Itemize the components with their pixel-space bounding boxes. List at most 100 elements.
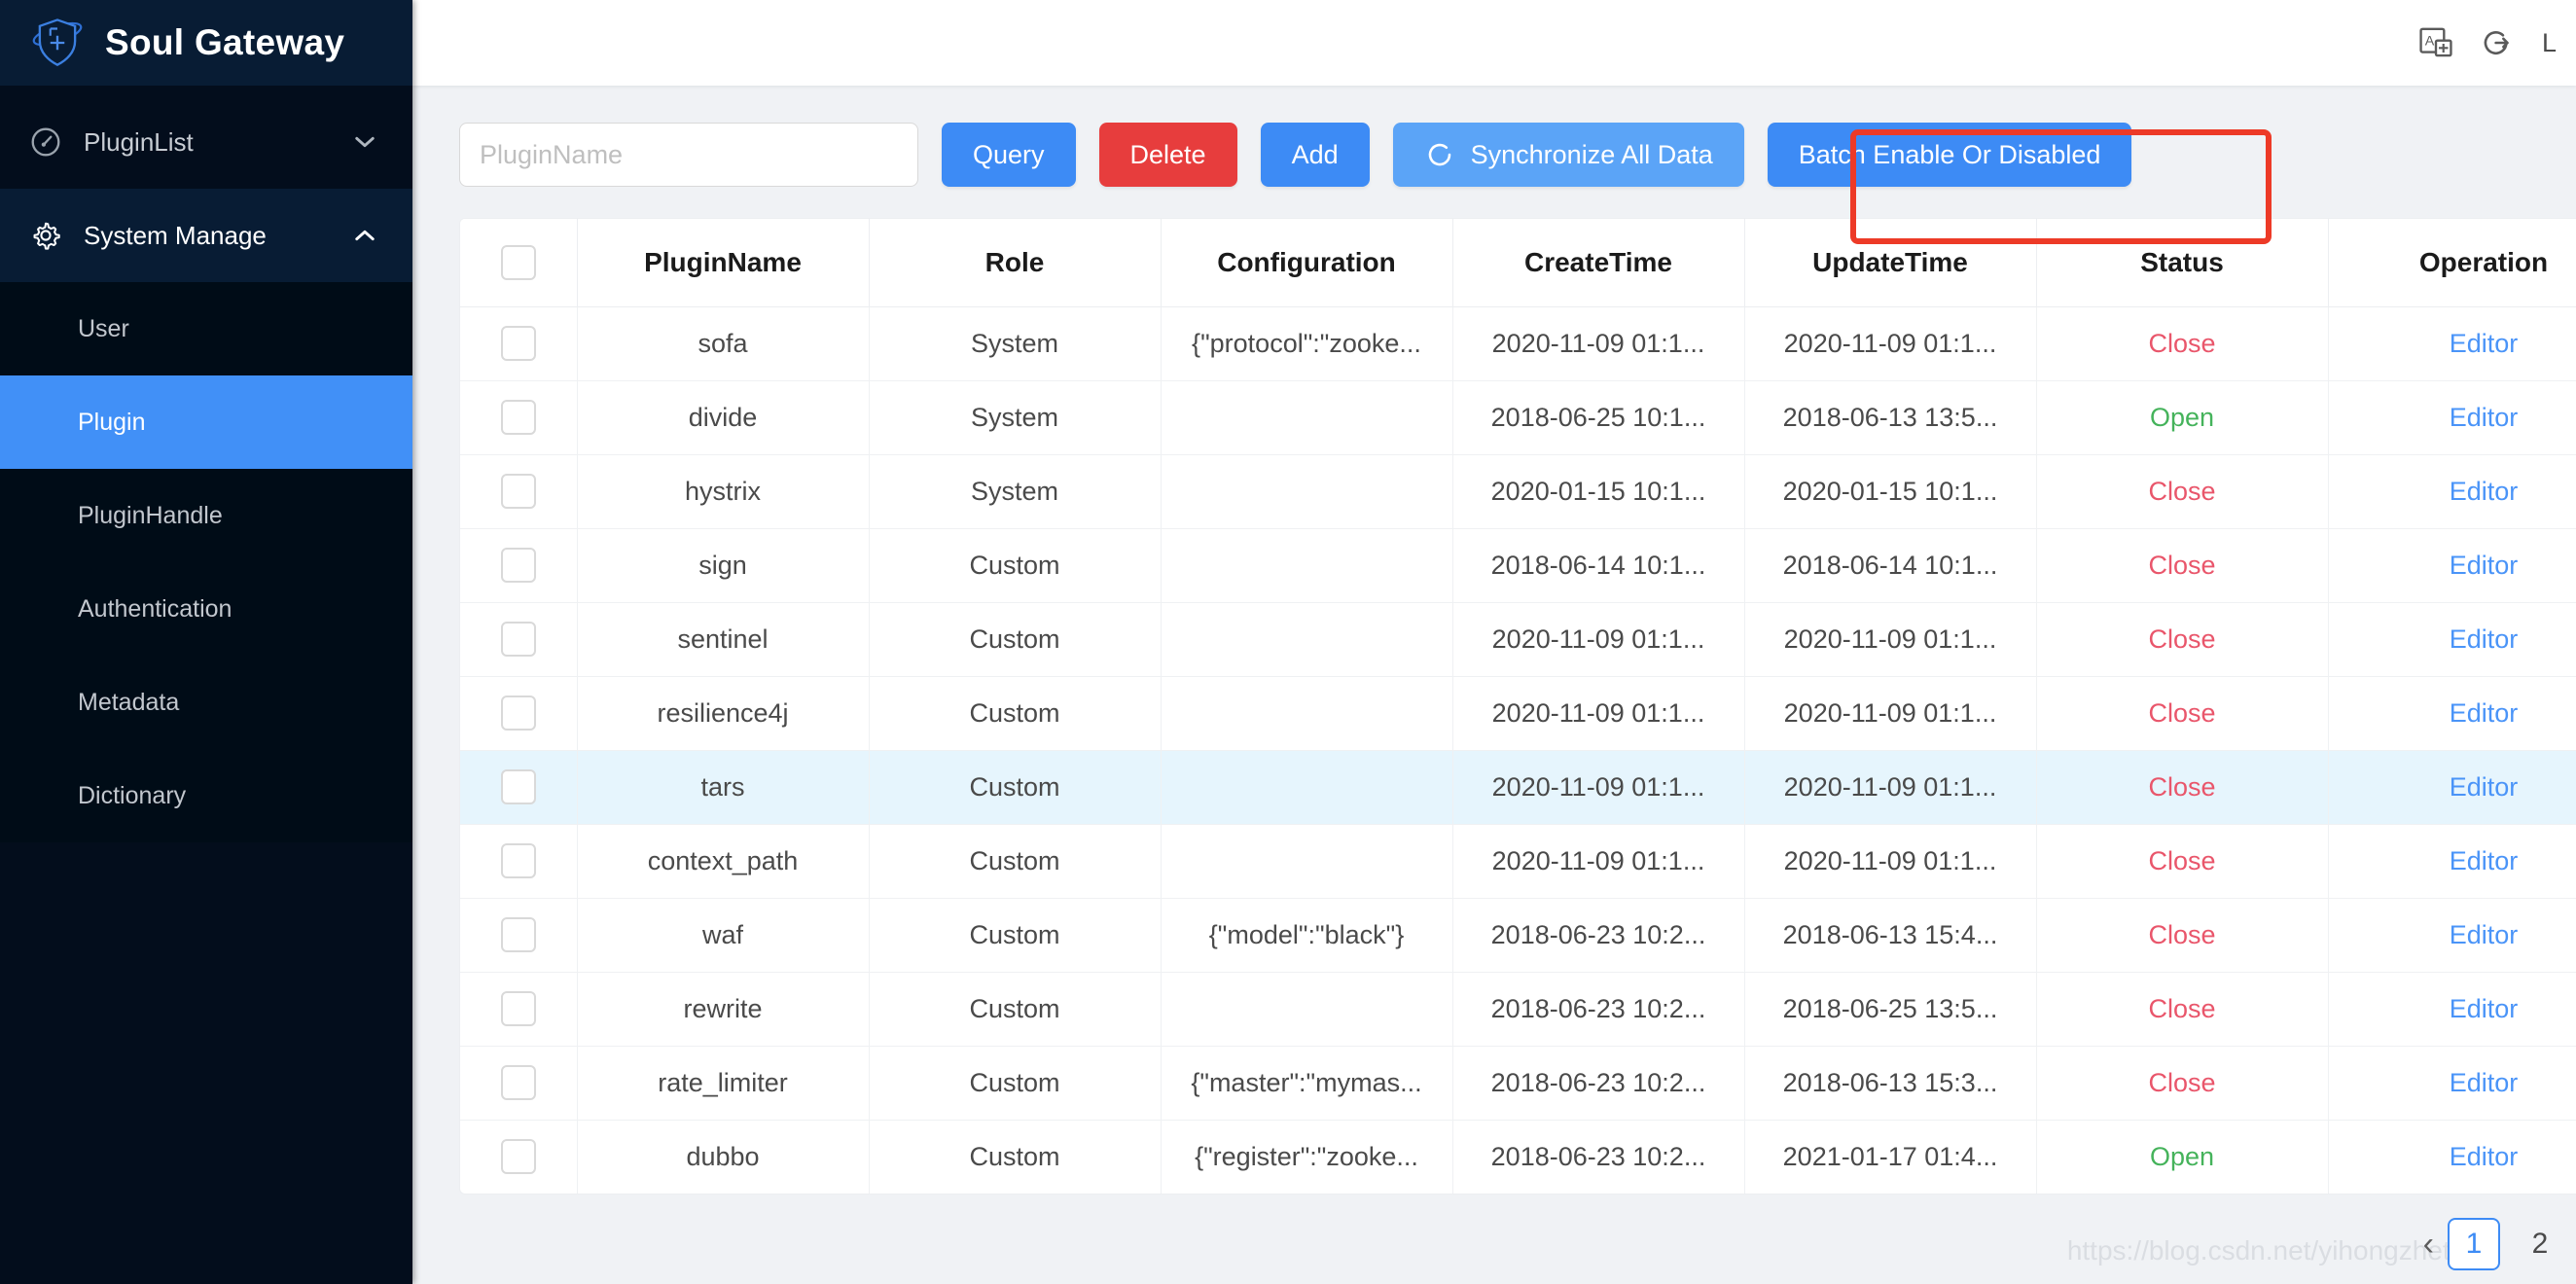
editor-link[interactable]: Editor (2328, 1120, 2576, 1194)
table-row[interactable]: rewriteCustom2018-06-23 10:2...2018-06-2… (460, 972, 2576, 1046)
editor-link[interactable]: Editor (2328, 528, 2576, 602)
editor-link[interactable]: Editor (2328, 1046, 2576, 1120)
status-badge: Close (2036, 972, 2328, 1046)
delete-button[interactable]: Delete (1099, 123, 1237, 187)
sidebar-item-label: User (78, 315, 129, 343)
table-row[interactable]: dubboCustom{"register":"zooke...2018-06-… (460, 1120, 2576, 1194)
cell-configuration (1161, 380, 1452, 454)
cell-createtime: 2020-11-09 01:1... (1452, 306, 1744, 380)
table-row[interactable]: sofaSystem{"protocol":"zooke...2020-11-0… (460, 306, 2576, 380)
sidebar-item-plugin[interactable]: Plugin (0, 375, 412, 469)
row-select-cell (460, 750, 577, 824)
row-checkbox[interactable] (501, 917, 536, 952)
editor-link[interactable]: Editor (2328, 676, 2576, 750)
cell-createtime: 2020-11-09 01:1... (1452, 676, 1744, 750)
cell-pluginname: waf (577, 898, 869, 972)
sidebar-item-pluginhandle[interactable]: PluginHandle (0, 469, 412, 562)
cell-updatetime: 2018-06-25 13:5... (1744, 972, 2036, 1046)
cell-role: System (869, 454, 1161, 528)
table-row[interactable]: tarsCustom2020-11-09 01:1...2020-11-09 0… (460, 750, 2576, 824)
table-row[interactable]: wafCustom{"model":"black"}2018-06-23 10:… (460, 898, 2576, 972)
logout-label[interactable]: L (2542, 28, 2557, 58)
cell-createtime: 2018-06-14 10:1... (1452, 528, 1744, 602)
row-select-cell (460, 454, 577, 528)
sidebar-group-label: PluginList (84, 127, 354, 158)
sidebar-group-system-manage[interactable]: System Manage (0, 189, 412, 282)
row-checkbox[interactable] (501, 843, 536, 878)
sidebar-item-authentication[interactable]: Authentication (0, 562, 412, 656)
editor-link[interactable]: Editor (2328, 602, 2576, 676)
row-checkbox[interactable] (501, 1139, 536, 1174)
pagination: ‹ 1 2 (2414, 1204, 2576, 1284)
sidebar: Soul Gateway PluginList (0, 0, 412, 1284)
sidebar-item-user[interactable]: User (0, 282, 412, 375)
cell-createtime: 2018-06-25 10:1... (1452, 380, 1744, 454)
editor-link[interactable]: Editor (2328, 824, 2576, 898)
column-header-operation: Operation (2328, 219, 2576, 306)
editor-link[interactable]: Editor (2328, 972, 2576, 1046)
sidebar-menu: PluginList System Manage (0, 86, 412, 1284)
row-checkbox[interactable] (501, 548, 536, 583)
table-row[interactable]: hystrixSystem2020-01-15 10:1...2020-01-1… (460, 454, 2576, 528)
plugin-table-container: PluginName Role Configuration CreateTime… (459, 218, 2576, 1195)
sidebar-item-dictionary[interactable]: Dictionary (0, 749, 412, 842)
cell-pluginname: sign (577, 528, 869, 602)
row-checkbox[interactable] (501, 474, 536, 509)
sidebar-item-metadata[interactable]: Metadata (0, 656, 412, 749)
table-row[interactable]: divideSystem2018-06-25 10:1...2018-06-13… (460, 380, 2576, 454)
batch-enable-or-disabled-button[interactable]: Batch Enable Or Disabled (1768, 123, 2132, 187)
row-select-cell (460, 824, 577, 898)
table-row[interactable]: sentinelCustom2020-11-09 01:1...2020-11-… (460, 602, 2576, 676)
select-all-checkbox[interactable] (501, 245, 536, 280)
cell-createtime: 2020-11-09 01:1... (1452, 824, 1744, 898)
refresh-icon (1424, 139, 1455, 170)
cell-createtime: 2020-11-09 01:1... (1452, 602, 1744, 676)
cell-createtime: 2018-06-23 10:2... (1452, 1120, 1744, 1194)
table-row[interactable]: resilience4jCustom2020-11-09 01:1...2020… (460, 676, 2576, 750)
editor-link[interactable]: Editor (2328, 898, 2576, 972)
row-checkbox[interactable] (501, 622, 536, 657)
cell-role: Custom (869, 1046, 1161, 1120)
search-input[interactable] (459, 123, 918, 187)
row-checkbox[interactable] (501, 326, 536, 361)
chevron-left-icon[interactable]: ‹ (2423, 1228, 2434, 1261)
cell-configuration (1161, 750, 1452, 824)
cell-pluginname: context_path (577, 824, 869, 898)
cell-configuration (1161, 602, 1452, 676)
row-checkbox[interactable] (501, 769, 536, 804)
cell-pluginname: rewrite (577, 972, 869, 1046)
synchronize-all-data-button[interactable]: Synchronize All Data (1393, 123, 1744, 187)
cell-pluginname: rate_limiter (577, 1046, 869, 1120)
status-badge: Close (2036, 824, 2328, 898)
row-checkbox[interactable] (501, 991, 536, 1026)
row-checkbox[interactable] (501, 696, 536, 731)
status-badge: Open (2036, 380, 2328, 454)
status-badge: Close (2036, 306, 2328, 380)
table-row[interactable]: context_pathCustom2020-11-09 01:1...2020… (460, 824, 2576, 898)
sidebar-group-pluginlist[interactable]: PluginList (0, 95, 412, 189)
page-number-1[interactable]: 1 (2448, 1218, 2500, 1270)
cell-configuration (1161, 676, 1452, 750)
table-row[interactable]: signCustom2018-06-14 10:1...2018-06-14 1… (460, 528, 2576, 602)
gear-icon (29, 219, 62, 252)
cell-configuration: {"register":"zooke... (1161, 1120, 1452, 1194)
sidebar-group-label: System Manage (84, 221, 354, 251)
cell-updatetime: 2018-06-13 15:4... (1744, 898, 2036, 972)
add-button[interactable]: Add (1261, 123, 1370, 187)
row-checkbox[interactable] (501, 400, 536, 435)
editor-link[interactable]: Editor (2328, 454, 2576, 528)
row-select-cell (460, 898, 577, 972)
table-head: PluginName Role Configuration CreateTime… (460, 219, 2576, 306)
editor-link[interactable]: Editor (2328, 380, 2576, 454)
editor-link[interactable]: Editor (2328, 306, 2576, 380)
translate-icon[interactable]: A (2417, 24, 2454, 61)
logout-icon[interactable] (2480, 24, 2517, 61)
row-checkbox[interactable] (501, 1065, 536, 1100)
table-row[interactable]: rate_limiterCustom{"master":"mymas...201… (460, 1046, 2576, 1120)
cell-pluginname: tars (577, 750, 869, 824)
page-number-2[interactable]: 2 (2514, 1218, 2566, 1270)
editor-link[interactable]: Editor (2328, 750, 2576, 824)
sidebar-submenu-system-manage: User Plugin PluginHandle Authentication … (0, 282, 412, 842)
row-select-cell (460, 1120, 577, 1194)
query-button[interactable]: Query (942, 123, 1076, 187)
